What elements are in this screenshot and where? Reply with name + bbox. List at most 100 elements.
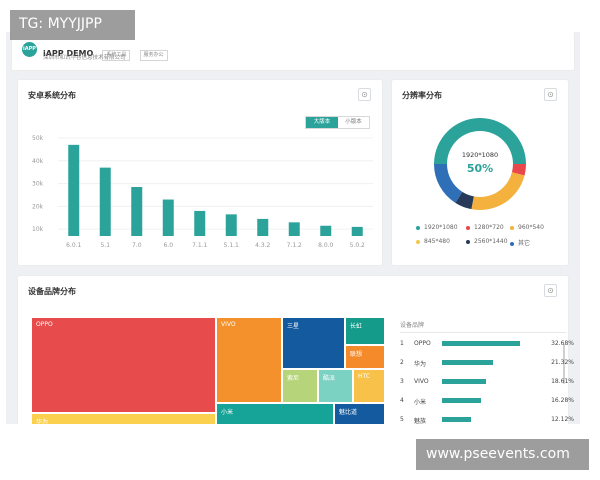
- treemap-label: 联想: [350, 351, 363, 358]
- company-name: 深圳市和讯华谷信息技术有限公司: [43, 55, 126, 61]
- treemap-cell[interactable]: 长虹: [345, 317, 385, 345]
- ranking-row[interactable]: 1 OPPO 32.68%: [400, 338, 580, 350]
- brand-name: 小米: [414, 399, 427, 406]
- rank-number: 1: [400, 340, 404, 347]
- treemap-label: 华为: [36, 419, 49, 424]
- ranking-row[interactable]: 2 华为 21.32%: [400, 357, 580, 369]
- x-tick-label: 4.3.2: [255, 242, 270, 249]
- legend-swatch: [510, 225, 514, 230]
- ranking-row[interactable]: 4 小米 16.28%: [400, 395, 580, 407]
- watermark-top-text: TG: MYYJJPP: [19, 16, 102, 32]
- legend-label: 其它: [518, 240, 531, 247]
- treemap-label: 三星: [287, 323, 300, 330]
- dashboard: iAPP iAPP DEMO 系统工具 服务办公 深圳市和讯华谷信息技术有限公司…: [6, 32, 580, 424]
- rank-number: 2: [400, 359, 404, 366]
- donut-center-value: 50%: [466, 162, 494, 175]
- brand-percent: 32.68%: [551, 340, 574, 347]
- bar[interactable]: [162, 199, 174, 236]
- treemap-label: 小米: [221, 409, 234, 416]
- legend-item: 1920*1080: [416, 224, 458, 231]
- bar[interactable]: [194, 210, 206, 236]
- brand-percent: 21.32%: [551, 359, 574, 366]
- gear-icon: [547, 287, 554, 294]
- legend-label: 1280*720: [474, 224, 504, 231]
- treemap-label: HTC: [358, 373, 371, 380]
- y-tick-label: 50k: [32, 135, 44, 142]
- legend-label: 1920*1080: [424, 224, 458, 231]
- x-tick-label: 8.0.0: [318, 242, 333, 249]
- brand-bar: [442, 398, 481, 403]
- brand-percent: 16.28%: [551, 397, 574, 404]
- ranking-row[interactable]: 3 VIVO 18.61%: [400, 376, 580, 388]
- treemap-label: 长虹: [350, 323, 363, 330]
- card-title: 安卓系统分布: [28, 91, 76, 100]
- x-tick-label: 5.1.1: [224, 242, 239, 249]
- bar[interactable]: [351, 226, 363, 236]
- bar[interactable]: [131, 187, 143, 236]
- legend-swatch: [466, 225, 470, 230]
- treemap-label: 索尼: [287, 375, 300, 382]
- donut-center-label: 1920*1080: [461, 151, 499, 159]
- treemap-cell[interactable]: 三星: [282, 317, 345, 369]
- brand-name: VIVO: [414, 378, 429, 385]
- x-tick-label: 7.1.1: [192, 242, 207, 249]
- treemap-cell[interactable]: 索尼: [282, 369, 318, 403]
- treemap-cell[interactable]: 酷派: [318, 369, 353, 403]
- brand-bar: [442, 379, 486, 384]
- legend-swatch: [416, 225, 420, 230]
- bar[interactable]: [288, 222, 300, 236]
- treemap-cell[interactable]: OPPO: [31, 317, 216, 413]
- bar[interactable]: [225, 214, 237, 236]
- treemap-label: VIVO: [221, 321, 236, 328]
- legend-item: 其它: [510, 238, 530, 247]
- category-tag[interactable]: 服务办公: [139, 50, 168, 61]
- brand-distribution-card: 设备品牌分布 OPPO 华为 VIVO 小米 三星 长虹 联想 索尼 酷派 HT…: [18, 276, 574, 424]
- y-tick-label: 20k: [32, 203, 44, 210]
- panel-divider: [400, 332, 566, 333]
- brand-bar: [442, 341, 520, 346]
- treemap-label: 魅比道: [339, 409, 358, 416]
- x-tick-label: 5.1: [100, 242, 110, 249]
- watermark-bottom-text: www.pseevents.com: [426, 446, 570, 462]
- x-tick-label: 7.1.2: [287, 242, 302, 249]
- x-tick-label: 5.0.2: [350, 242, 365, 249]
- bar[interactable]: [257, 218, 269, 236]
- brand-name: OPPO: [414, 340, 431, 347]
- legend-swatch: [416, 239, 420, 244]
- card-title: 分辨率分布: [402, 91, 442, 100]
- android-bar-chart: 50k 40k 30k 20k 10k 6.0.1 5.1 7.0 6.0 7.1.1 5.1.1 4…: [32, 135, 373, 249]
- bar[interactable]: [320, 225, 332, 236]
- settings-button[interactable]: [544, 284, 557, 297]
- y-tick-label: 30k: [32, 181, 44, 188]
- settings-button[interactable]: [358, 88, 371, 101]
- panel-title: 设备品牌: [400, 322, 425, 329]
- treemap-label: OPPO: [36, 321, 53, 328]
- ranking-row[interactable]: 5 魅族 12.12%: [400, 414, 580, 424]
- brand-percent: 12.12%: [551, 416, 574, 423]
- treemap-cell[interactable]: VIVO: [216, 317, 282, 403]
- treemap-cell[interactable]: 华为: [31, 413, 216, 424]
- brand-bar: [442, 417, 471, 422]
- minor-version-toggle[interactable]: 小版本: [338, 117, 369, 128]
- bar[interactable]: [99, 167, 111, 236]
- brand-treemap: OPPO 华为 VIVO 小米 三星 长虹 联想 索尼 酷派 HTC 魅比道: [31, 317, 385, 424]
- app-logo: iAPP: [22, 42, 37, 57]
- legend-swatch: [466, 239, 470, 244]
- legend-item: 845*480: [416, 238, 450, 245]
- x-tick-label: 6.0: [163, 242, 173, 249]
- gear-icon: [547, 91, 554, 98]
- treemap-cell[interactable]: 小米: [216, 403, 334, 424]
- treemap-cell[interactable]: 联想: [345, 345, 385, 369]
- treemap-cell[interactable]: HTC: [353, 369, 385, 403]
- bar[interactable]: [68, 144, 80, 236]
- brand-name: 华为: [414, 361, 427, 368]
- settings-button[interactable]: [544, 88, 557, 101]
- major-version-toggle[interactable]: 大版本: [306, 117, 338, 128]
- x-tick-label: 6.0.1: [66, 242, 81, 249]
- legend-label: 845*480: [424, 238, 450, 245]
- donut-slice[interactable]: [471, 172, 525, 210]
- treemap-cell[interactable]: 魅比道: [334, 403, 385, 424]
- card-title: 设备品牌分布: [28, 287, 76, 296]
- legend-item: 960*540: [510, 224, 544, 231]
- rank-number: 4: [400, 397, 404, 404]
